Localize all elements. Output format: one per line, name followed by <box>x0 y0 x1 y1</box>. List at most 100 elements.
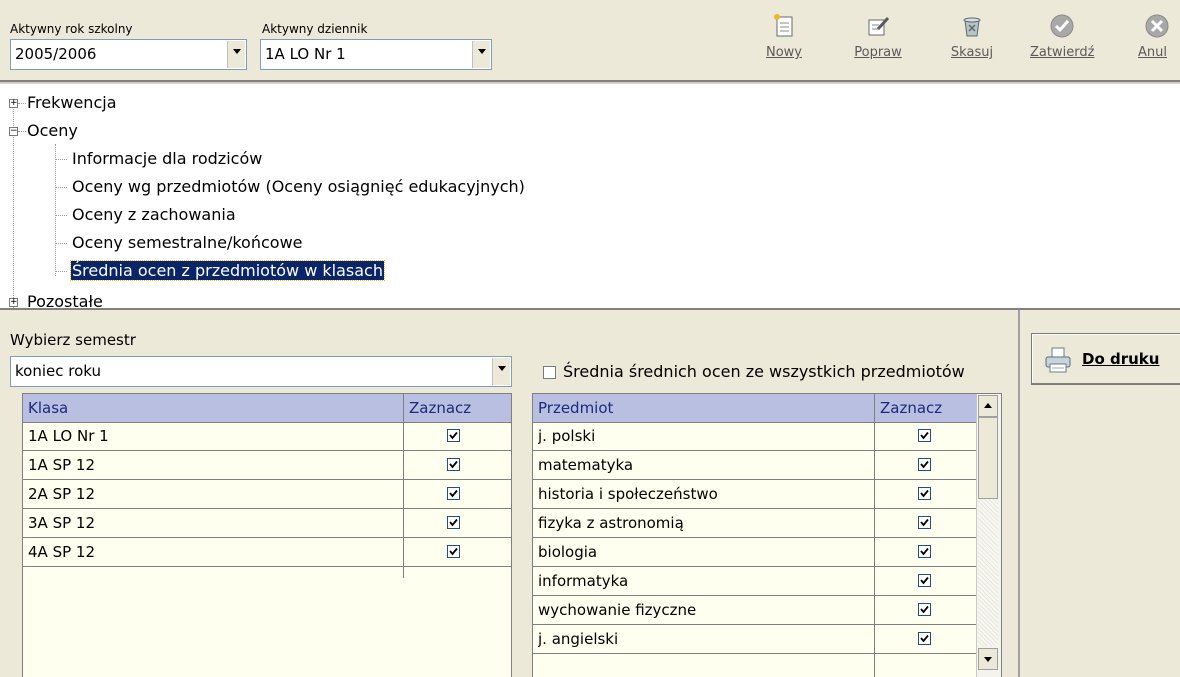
tree-node-label: Informacje dla rodziców <box>72 149 263 168</box>
row-checkbox[interactable] <box>447 487 460 500</box>
new-button-label: Nowy <box>765 45 802 60</box>
semester-value: koniec roku <box>15 362 101 380</box>
table-row[interactable]: matematyka <box>533 451 976 480</box>
row-checkbox[interactable] <box>918 632 931 645</box>
cancel-button-label: Anul <box>1138 45 1167 60</box>
expand-icon[interactable]: + <box>9 298 18 307</box>
row-name: 4A SP 12 <box>28 543 95 561</box>
row-name: historia i społeczeństwo <box>538 485 718 503</box>
row-checkbox[interactable] <box>918 429 931 442</box>
row-checkbox[interactable] <box>447 458 460 471</box>
tree-node-label: Oceny z zachowania <box>72 205 236 224</box>
scroll-track[interactable] <box>978 499 998 646</box>
confirm-button-label: Zatwierdź <box>1030 45 1095 60</box>
tree-node-informacje[interactable]: Informacje dla rodziców <box>72 145 262 173</box>
table-row[interactable]: historia i społeczeństwo <box>533 480 976 509</box>
tree-connector <box>55 271 67 272</box>
table-row[interactable]: biologia <box>533 538 976 567</box>
table-row[interactable]: 1A SP 12 <box>23 451 511 480</box>
print-button[interactable]: Do druku <box>1031 333 1180 385</box>
new-button[interactable]: Nowy <box>758 13 810 60</box>
table-row[interactable]: j. angielski <box>533 625 976 654</box>
row-checkbox[interactable] <box>447 429 460 442</box>
row-checkbox[interactable] <box>447 516 460 529</box>
checkmark-icon <box>449 460 458 469</box>
column-header-zaznacz[interactable]: Zaznacz <box>409 394 471 422</box>
tree-node-oceny-semestralne[interactable]: Oceny semestralne/końcowe <box>72 229 303 257</box>
column-header-klasa[interactable]: Klasa <box>28 394 68 422</box>
delete-button[interactable]: Skasuj <box>946 13 998 60</box>
toolbar: Aktywny rok szkolny 2005/2006 Aktywny dz… <box>0 0 1180 80</box>
collapse-icon[interactable]: − <box>9 127 18 136</box>
row-checkbox[interactable] <box>918 603 931 616</box>
row-checkbox[interactable] <box>918 545 931 558</box>
table-row[interactable]: 1A LO Nr 1 <box>23 422 511 451</box>
edit-button[interactable]: Popraw <box>852 13 904 60</box>
semester-select[interactable]: koniec roku <box>10 356 512 387</box>
edit-button-label: Popraw <box>854 45 902 60</box>
tree-node-label-selected: Średnia ocen z przedmiotów w klasach <box>70 260 385 281</box>
row-checkbox[interactable] <box>918 458 931 471</box>
average-all-checkbox[interactable] <box>543 366 556 379</box>
row-checkbox[interactable] <box>918 516 931 529</box>
average-all-option[interactable]: Średnia średnich ocen ze wszystkich prze… <box>541 359 1018 385</box>
column-header-przedmiot[interactable]: Przedmiot <box>538 394 613 422</box>
checkmark-icon <box>920 576 929 585</box>
printer-icon <box>1045 347 1071 373</box>
row-checkbox[interactable] <box>447 545 460 558</box>
chevron-down-icon[interactable] <box>227 41 245 68</box>
scroll-down-button[interactable] <box>978 648 998 670</box>
chevron-down-icon[interactable] <box>492 358 510 385</box>
cancel-button[interactable]: Anul <box>1138 13 1180 60</box>
row-name: 1A SP 12 <box>28 456 95 474</box>
tree-node-pozostale[interactable]: + Pozostałe <box>9 288 103 308</box>
checkmark-icon <box>449 547 458 556</box>
confirm-button[interactable]: Zatwierdź <box>1030 13 1094 60</box>
table-row[interactable]: fizyka z astronomią <box>533 509 976 538</box>
journal-value: 1A LO Nr 1 <box>265 45 346 63</box>
table-row[interactable]: 2A SP 12 <box>23 480 511 509</box>
checkmark-icon <box>920 489 929 498</box>
row-checkbox[interactable] <box>918 487 931 500</box>
report-tree[interactable]: + Frekwencja − Oceny Informacje dla rodz… <box>0 84 1180 308</box>
tree-node-frekwencja[interactable]: + Frekwencja <box>9 89 117 117</box>
subject-grid-scrollbar[interactable] <box>976 394 1001 677</box>
scroll-up-button[interactable] <box>978 395 998 417</box>
new-document-icon <box>774 14 793 37</box>
chevron-down-icon[interactable] <box>472 41 490 68</box>
tree-connector <box>55 144 56 276</box>
column-header-zaznacz[interactable]: Zaznacz <box>880 394 942 422</box>
tree-node-srednia-ocen[interactable]: Średnia ocen z przedmiotów w klasach <box>70 257 385 285</box>
tree-node-label: Pozostałe <box>27 292 103 308</box>
tree-connector <box>55 159 67 160</box>
scroll-thumb[interactable] <box>978 417 998 499</box>
row-name: 1A LO Nr 1 <box>28 427 109 445</box>
tree-node-oceny[interactable]: − Oceny <box>9 117 78 145</box>
table-row[interactable]: 3A SP 12 <box>23 509 511 538</box>
checkmark-icon <box>449 431 458 440</box>
checkmark-icon <box>920 460 929 469</box>
school-year-select[interactable]: 2005/2006 <box>10 39 247 70</box>
journal-select[interactable]: 1A LO Nr 1 <box>260 39 492 70</box>
tree-node-label: Frekwencja <box>27 93 117 112</box>
row-checkbox[interactable] <box>918 574 931 587</box>
row-name: fizyka z astronomią <box>538 514 684 532</box>
checkmark-icon <box>449 518 458 527</box>
row-name: wychowanie fizyczne <box>538 601 697 619</box>
row-name: 3A SP 12 <box>28 514 95 532</box>
panel-divider <box>1018 310 1020 677</box>
tree-connector <box>55 243 67 244</box>
table-row[interactable]: wychowanie fizyczne <box>533 596 976 625</box>
tree-node-oceny-z-zachowania[interactable]: Oceny z zachowania <box>72 201 236 229</box>
table-row[interactable]: 4A SP 12 <box>23 538 511 567</box>
journal-label: Aktywny dziennik <box>262 22 368 36</box>
row-name: matematyka <box>538 456 634 474</box>
table-row[interactable]: j. polski <box>533 422 976 451</box>
checkmark-icon <box>920 634 929 643</box>
delete-icon <box>963 17 981 37</box>
checkmark-icon <box>920 547 929 556</box>
table-row[interactable]: informatyka <box>533 567 976 596</box>
expand-icon[interactable]: + <box>9 99 18 108</box>
checkmark-icon <box>449 489 458 498</box>
tree-node-oceny-wg-przedmiotow[interactable]: Oceny wg przedmiotów (Oceny osiągnięć ed… <box>72 173 525 201</box>
